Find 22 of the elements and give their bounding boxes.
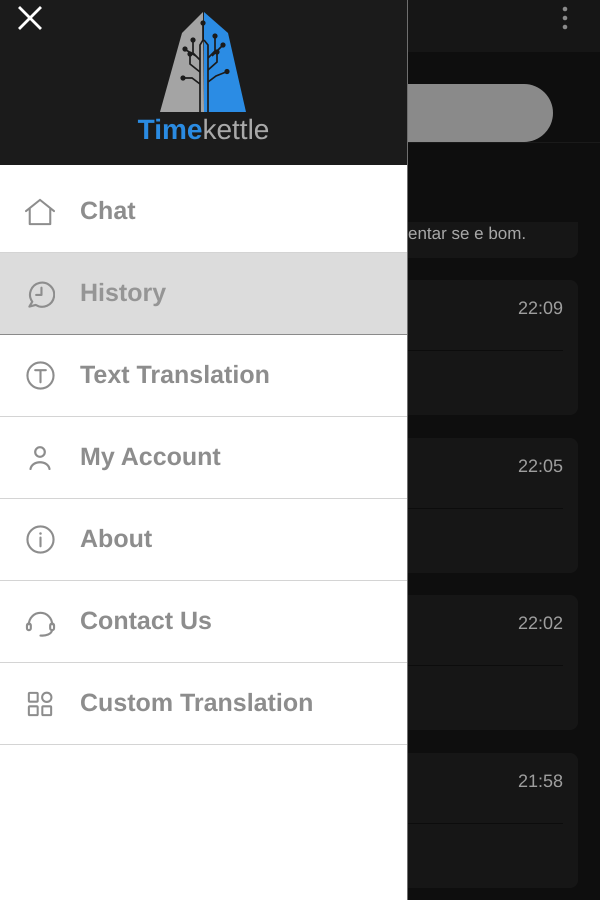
grid-icon bbox=[27, 690, 53, 716]
history-card[interactable]: entar se e bom. bbox=[408, 222, 578, 258]
person-icon bbox=[29, 446, 51, 470]
time-label: 22:02 bbox=[518, 613, 563, 633]
clock-bubble-icon bbox=[26, 280, 54, 308]
logo-icon bbox=[160, 12, 246, 112]
time-label: 21:58 bbox=[518, 770, 563, 790]
history-card[interactable]: 22:05 bbox=[408, 438, 578, 572]
history-card[interactable]: 22:02 bbox=[408, 595, 578, 730]
pill-bar[interactable] bbox=[408, 84, 553, 142]
home-icon bbox=[24, 198, 56, 226]
close-icon[interactable] bbox=[18, 6, 42, 30]
menu-item[interactable]: History bbox=[0, 253, 407, 335]
time-label: 22:05 bbox=[518, 456, 563, 476]
circle-t-icon bbox=[26, 361, 54, 390]
message-text: entar se e bom. bbox=[408, 224, 528, 244]
info-icon bbox=[26, 525, 54, 554]
history-card[interactable]: 22:09 bbox=[408, 280, 578, 415]
history-card[interactable]: 21:58 bbox=[408, 752, 578, 888]
more-icon[interactable] bbox=[562, 6, 568, 30]
brand-name: Timekettle bbox=[138, 114, 270, 145]
time-label: 22:09 bbox=[518, 298, 563, 318]
